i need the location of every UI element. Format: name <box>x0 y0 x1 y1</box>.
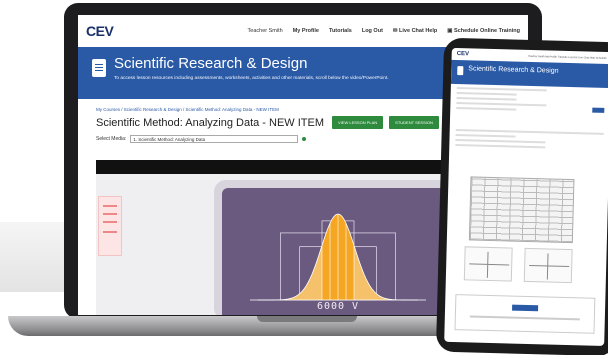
tablet-breadcrumb <box>456 87 547 92</box>
nav-user: Teacher Smith <box>247 28 283 34</box>
tablet-nav-links[interactable]: Teacher Smith My Profile Tutorials Log O… <box>528 54 607 59</box>
brand-logo[interactable]: CEV <box>86 23 114 39</box>
tablet-document-icon <box>457 66 464 76</box>
nav-my-profile[interactable]: My Profile <box>293 28 319 34</box>
tablet-line <box>455 134 516 138</box>
tablet-course-header: Scientific Research & Design <box>450 59 608 89</box>
nav-tutorials[interactable]: Tutorials <box>329 28 352 34</box>
product-mockup: CEV Teacher Smith My Profile Tutorials L… <box>0 0 608 355</box>
tablet-upload-hint <box>469 315 580 321</box>
calendar-icon: ▣ <box>447 28 454 34</box>
media-select[interactable]: 1. Scientific Method: Analyzing Data <box>130 135 299 143</box>
nav-schedule-training[interactable]: ▣ Schedule Online Training <box>447 28 520 34</box>
tablet-course-title: Scientific Research & Design <box>468 65 559 75</box>
tablet-graph-left <box>463 246 513 282</box>
bell-curve-chart <box>250 213 426 301</box>
schedule-label: Schedule Online Training <box>453 28 520 34</box>
media-label: Select Media: <box>96 136 127 142</box>
tablet-brand-logo[interactable]: CEV <box>457 51 469 57</box>
wall-poster <box>98 196 122 256</box>
nav-log-out[interactable]: Log Out <box>362 28 383 34</box>
tablet-graph-right <box>523 247 573 284</box>
tablet-line <box>455 144 546 149</box>
tablet-device: CEV Teacher Smith My Profile Tutorials L… <box>435 37 608 355</box>
item-title: Scientific Method: Analyzing Data - NEW … <box>96 116 325 129</box>
laptop-base <box>8 316 478 336</box>
student-session-button[interactable]: STUDENT SESSION <box>389 116 439 129</box>
nav-links: Teacher Smith My Profile Tutorials Log O… <box>248 28 520 34</box>
nav-live-chat[interactable]: ✉ Live Chat Help <box>393 28 437 34</box>
tablet-data-table <box>468 176 575 244</box>
live-chat-label: Live Chat Help <box>399 28 438 34</box>
tablet-section <box>450 102 608 130</box>
monitor-display: 6000 V <box>222 188 454 315</box>
tablet-upload-box <box>454 294 596 334</box>
tablet-line <box>456 107 517 111</box>
tablet-line <box>456 97 517 101</box>
classroom-monitor: 6000 V <box>214 180 462 315</box>
tablet-screen: CEV Teacher Smith My Profile Tutorials L… <box>444 47 608 346</box>
tablet-line <box>455 139 546 144</box>
tablet-action-button[interactable] <box>592 107 605 113</box>
status-dot-icon <box>302 137 307 141</box>
monitor-caption: 6000 V <box>316 301 360 312</box>
document-icon <box>92 59 106 77</box>
tablet-line <box>456 92 517 96</box>
tablet-upload-button[interactable] <box>512 304 539 312</box>
view-lesson-plan-button[interactable]: VIEW LESSON PLAN <box>332 116 384 129</box>
tablet-line <box>456 102 547 107</box>
laptop-notch <box>257 316 357 322</box>
